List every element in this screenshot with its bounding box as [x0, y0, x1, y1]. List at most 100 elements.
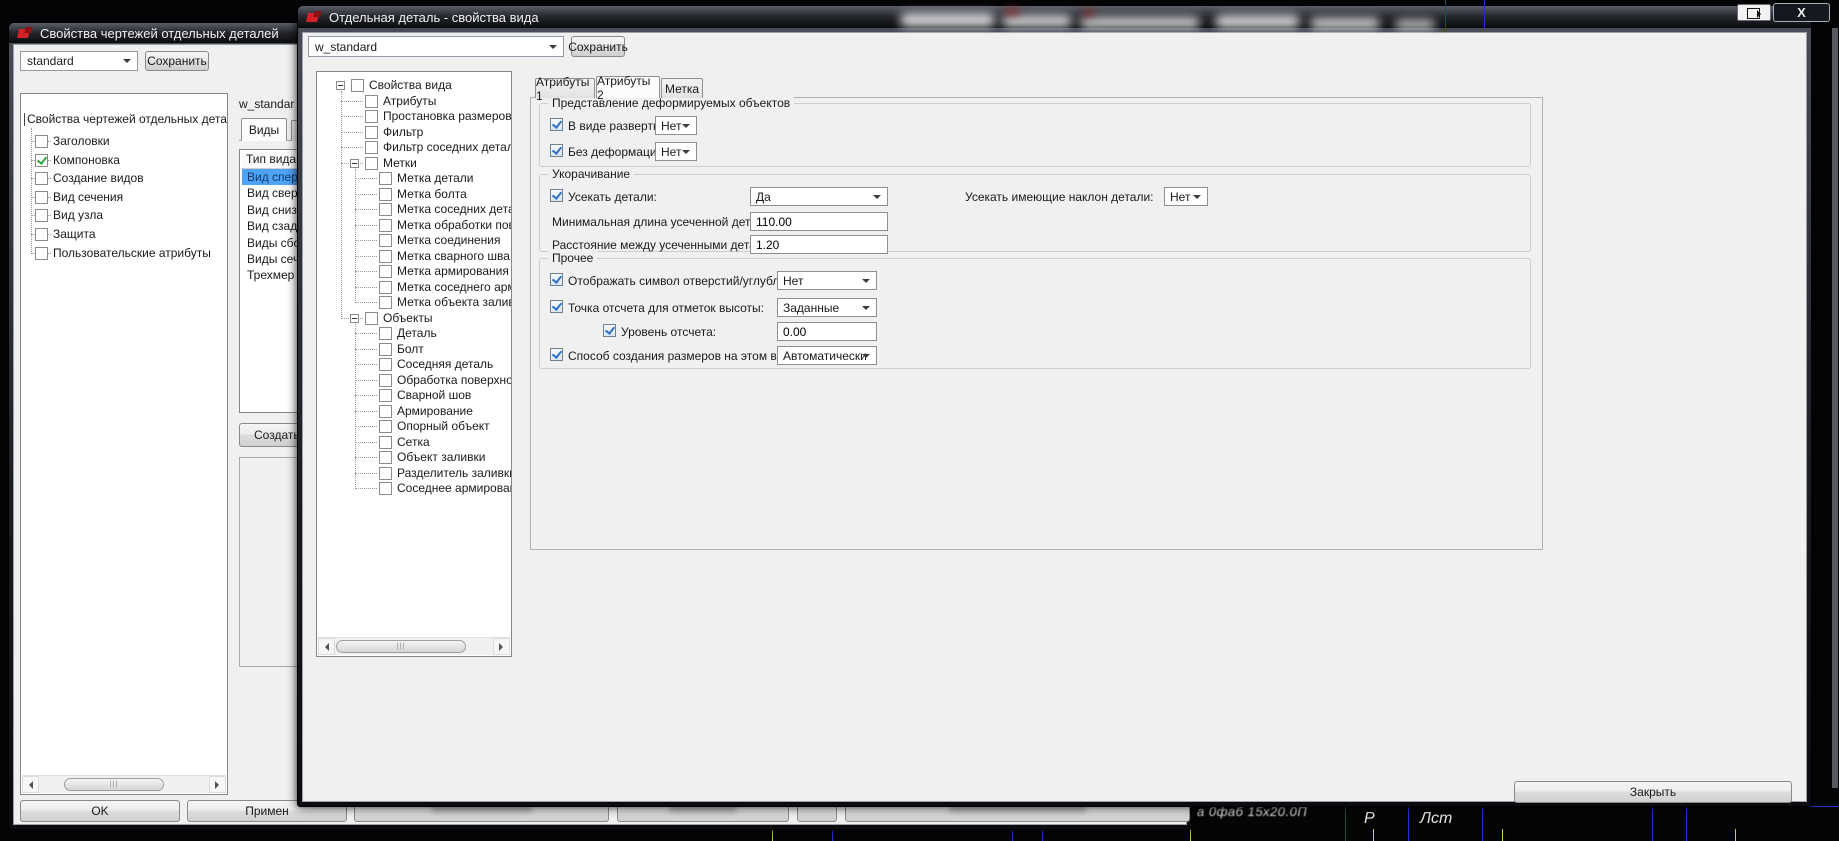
tree-item[interactable]: Сварной шов — [317, 388, 510, 403]
tree-item[interactable]: Атрибуты — [317, 94, 510, 109]
tree-item-checkbox[interactable] — [379, 250, 392, 263]
tree-item-checkbox[interactable] — [35, 172, 48, 185]
tree-item-checkbox[interactable] — [379, 343, 392, 356]
tree-item[interactable]: Заголовки — [21, 134, 225, 150]
tree-item[interactable]: Свойства вида — [317, 78, 510, 93]
tree-item-checkbox[interactable] — [379, 296, 392, 309]
shorten-parts-checkbox[interactable] — [550, 189, 563, 202]
scroll-right-button[interactable] — [209, 776, 226, 793]
level-datum-checkbox[interactable] — [550, 300, 563, 313]
close-button[interactable]: Закрыть — [1514, 781, 1792, 803]
tree-item[interactable]: Армирование — [317, 404, 510, 419]
tree-item[interactable]: Разделитель заливки — [317, 466, 510, 481]
tree-item[interactable]: Метка армирования — [317, 264, 510, 279]
back-profile-combobox[interactable]: standard — [20, 51, 138, 71]
tree-item[interactable]: Метка соседнего армиров — [317, 280, 510, 295]
tree-item-checkbox[interactable] — [379, 467, 392, 480]
tree-item-checkbox[interactable] — [365, 126, 378, 139]
hole-symbol-checkbox[interactable] — [550, 273, 563, 286]
tree-item[interactable]: Метка соединения — [317, 233, 510, 248]
front-profile-combobox[interactable]: w_standard — [308, 36, 564, 57]
tree-item-checkbox[interactable] — [379, 358, 392, 371]
tree-item-checkbox[interactable] — [379, 203, 392, 216]
tree-item[interactable]: Метка соседних деталей — [317, 202, 510, 217]
dimension-creation-method-select[interactable]: Автоматически — [777, 346, 877, 365]
back-tree-root-label[interactable]: Свойства чертежей отдельных деталей — [27, 112, 228, 127]
tab-views[interactable]: Виды — [241, 118, 287, 141]
tree-item[interactable]: Соседняя деталь — [317, 357, 510, 372]
tree-item-checkbox[interactable] — [379, 219, 392, 232]
tree-item[interactable]: Метка болта — [317, 187, 510, 202]
tree-item[interactable]: Простановка размеров — [317, 109, 510, 124]
tree-item-checkbox[interactable] — [379, 188, 392, 201]
tree-item[interactable]: Опорный объект — [317, 419, 510, 434]
tree-item-checkbox[interactable] — [365, 312, 378, 325]
tree-item-checkbox[interactable] — [35, 154, 48, 167]
tree-item-checkbox[interactable] — [379, 405, 392, 418]
tree-item[interactable]: Объект заливки — [317, 450, 510, 465]
tree-item-checkbox[interactable] — [35, 135, 48, 148]
min-shortened-length-input[interactable] — [750, 212, 888, 231]
tree-item-checkbox[interactable] — [35, 191, 48, 204]
scroll-left-button[interactable] — [22, 776, 39, 793]
shorten-parts-select[interactable]: Да — [750, 187, 888, 206]
tree-item[interactable]: Вид узла — [21, 208, 225, 224]
tree-item[interactable]: Защита — [21, 227, 225, 243]
tree-item[interactable]: Фильтр — [317, 125, 510, 140]
shorten-skewed-parts-select[interactable]: Нет — [1164, 187, 1208, 206]
tree-item-checkbox[interactable] — [351, 79, 364, 92]
datum-level-input[interactable] — [777, 322, 877, 341]
tree-collapse-icon[interactable] — [350, 159, 359, 168]
tree-item-checkbox[interactable] — [35, 228, 48, 241]
level-datum-select[interactable]: Заданные — [777, 298, 877, 317]
tree-item[interactable]: Создание видов — [21, 171, 225, 187]
ok-button[interactable]: OK — [20, 800, 180, 822]
tree-item-checkbox[interactable] — [379, 281, 392, 294]
tree-item[interactable]: Метка объекта заливки — [317, 295, 510, 310]
window-restore-button[interactable] — [1737, 4, 1771, 21]
tree-item[interactable]: Компоновка — [21, 153, 225, 169]
scroll-right-button[interactable] — [493, 638, 510, 655]
tree-item-checkbox[interactable] — [379, 234, 392, 247]
unfold-view-select[interactable]: Нет — [655, 116, 697, 135]
scroll-left-button[interactable] — [318, 638, 335, 655]
tree-item-checkbox[interactable] — [365, 157, 378, 170]
tree-item-checkbox[interactable] — [379, 265, 392, 278]
tab-mark[interactable]: Метка — [661, 78, 703, 98]
tree-item-checkbox[interactable] — [379, 172, 392, 185]
tree-item[interactable]: Метки — [317, 156, 510, 171]
tree-item[interactable]: Соседнее армирование — [317, 481, 510, 496]
tree-item[interactable]: Вид сечения — [21, 190, 225, 206]
scrollbar-thumb[interactable]: ||| — [64, 778, 164, 791]
tree-item[interactable]: Фильтр соседних деталей — [317, 140, 510, 155]
window-close-button[interactable]: X — [1773, 3, 1830, 22]
tree-item[interactable]: Болт — [317, 342, 510, 357]
back-save-button[interactable]: Сохранить — [145, 51, 209, 71]
tree-item[interactable]: Сетка — [317, 435, 510, 450]
tree-item[interactable]: Метка обработки поверхн — [317, 218, 510, 233]
tree-item-checkbox[interactable] — [379, 389, 392, 402]
tree-item-checkbox[interactable] — [379, 327, 392, 340]
no-deformation-checkbox[interactable] — [550, 144, 563, 157]
back-tree-hscrollbar[interactable]: ||| — [22, 775, 226, 793]
tree-item-checkbox[interactable] — [379, 374, 392, 387]
cad-scrollbar[interactable] — [1832, 28, 1838, 788]
tree-collapse-icon[interactable] — [350, 314, 359, 323]
tree-item-checkbox[interactable] — [379, 420, 392, 433]
tree-item-checkbox[interactable] — [365, 141, 378, 154]
tree-item-checkbox[interactable] — [35, 247, 48, 260]
hole-symbol-select[interactable]: Нет — [777, 271, 877, 290]
tree-item[interactable]: Обработка поверхности — [317, 373, 510, 388]
tab-attributes-2[interactable]: Атрибуты 2 — [596, 76, 660, 98]
tree-item-checkbox[interactable] — [35, 209, 48, 222]
tree-item[interactable]: Деталь — [317, 326, 510, 341]
tree-item[interactable]: Объекты — [317, 311, 510, 326]
front-save-button[interactable]: Сохранить — [571, 36, 625, 57]
shortened-parts-gap-input[interactable] — [750, 235, 888, 254]
tree-collapse-icon[interactable] — [336, 81, 345, 90]
tree-item-checkbox[interactable] — [379, 436, 392, 449]
datum-level-checkbox[interactable] — [603, 324, 616, 337]
tab-attributes-1[interactable]: Атрибуты 1 — [535, 78, 595, 98]
front-tree-hscrollbar[interactable]: ||| — [318, 637, 510, 655]
tree-item-checkbox[interactable] — [365, 110, 378, 123]
